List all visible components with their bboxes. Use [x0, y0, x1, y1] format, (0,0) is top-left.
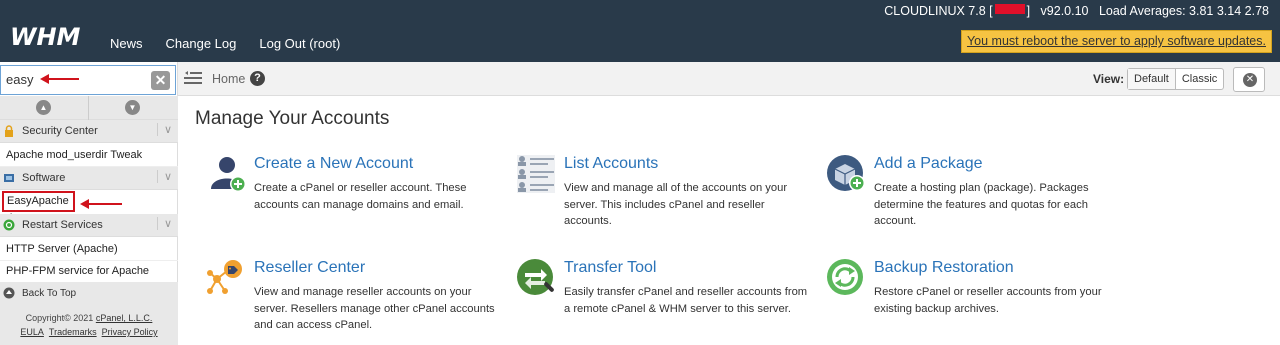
tile-description: Restore cPanel or reseller accounts from… — [874, 286, 1102, 315]
version-info: v92.0.10 — [1040, 4, 1089, 18]
view-default-button[interactable]: Default — [1128, 69, 1176, 89]
tile-title[interactable]: Transfer Tool — [564, 259, 656, 277]
reboot-notice-link[interactable]: You must reboot the server to apply soft… — [960, 30, 1272, 53]
tile-description: View and manage all of the accounts on y… — [564, 182, 788, 227]
close-button[interactable]: ✕ — [1233, 67, 1265, 92]
trademarks-link[interactable]: Trademarks — [49, 327, 97, 337]
chevron-down-icon[interactable]: ∨ — [156, 123, 172, 136]
chevron-down-icon[interactable]: ∨ — [156, 170, 172, 183]
privacy-policy-link[interactable]: Privacy Policy — [102, 327, 158, 337]
cpanel-link[interactable]: cPanel, L.L.C. — [96, 313, 153, 323]
tile-description: Create a hosting plan (package). Package… — [874, 182, 1089, 227]
tile-description: Easily transfer cPanel and reseller acco… — [564, 286, 808, 315]
red-arrow-annotation — [80, 199, 122, 209]
clear-search-icon[interactable]: ✕ — [151, 71, 170, 90]
transfer-tool-icon — [517, 259, 554, 295]
load-averages: Load Averages: 3.81 3.14 2.78 — [1098, 4, 1269, 18]
add-package-icon — [827, 155, 865, 191]
close-icon: ✕ — [1243, 73, 1257, 87]
menu-toggle-icon[interactable] — [184, 71, 202, 85]
collapse-all-icon[interactable]: ▲ — [36, 100, 51, 115]
lock-icon — [5, 125, 13, 137]
sidebar-item-userdir[interactable]: Apache mod_userdir Tweak — [0, 144, 178, 167]
sidebar-item-easyapache[interactable]: EasyApache 4 — [2, 191, 75, 224]
search-box[interactable]: ✕ — [0, 65, 176, 95]
software-icon — [4, 174, 14, 182]
page-title: Manage Your Accounts — [195, 108, 390, 129]
redacted-hostname — [994, 4, 1025, 14]
tile-title[interactable]: Reseller Center — [254, 259, 365, 277]
category-software[interactable]: Software ∨ — [0, 167, 178, 190]
top-bar: WHM News Change Log Log Out (root) CLOUD… — [0, 0, 1280, 62]
help-icon[interactable]: ? — [250, 71, 265, 86]
restart-icon — [3, 219, 15, 231]
expand-collapse-row: ▲ ▼ — [0, 96, 178, 120]
category-security-center[interactable]: Security Center ∨ — [0, 120, 178, 143]
add-user-icon — [211, 157, 246, 192]
chevron-down-icon[interactable]: ∨ — [156, 217, 172, 230]
view-label: View: — [1093, 72, 1125, 86]
change-log-link[interactable]: Change Log — [166, 36, 237, 51]
arrow-up-icon — [3, 287, 15, 299]
reseller-center-icon — [207, 260, 242, 294]
system-info: CLOUDLINUX 7.8 [] v92.0.10 Load Averages… — [884, 4, 1269, 18]
breadcrumb-home[interactable]: Home — [212, 72, 245, 86]
breadcrumb-bar: Home ? View: Default Classic ✕ — [178, 62, 1280, 96]
logout-link[interactable]: Log Out (root) — [259, 36, 340, 51]
sidebar: ✕ ▲ ▼ Security Center ∨ Apache mod_userd… — [0, 62, 178, 345]
tile-title[interactable]: Backup Restoration — [874, 259, 1014, 277]
back-to-top-link[interactable]: Back To Top — [0, 282, 178, 305]
view-toggle: Default Classic — [1127, 68, 1225, 90]
view-classic-button[interactable]: Classic — [1176, 69, 1223, 89]
list-accounts-icon — [517, 155, 555, 193]
news-link[interactable]: News — [110, 36, 143, 51]
tile-title[interactable]: List Accounts — [564, 155, 658, 173]
top-nav: News Change Log Log Out (root) — [110, 36, 340, 51]
sidebar-item-http-server[interactable]: HTTP Server (Apache) — [0, 238, 178, 261]
tile-title[interactable]: Create a New Account — [254, 155, 413, 173]
svg-text:WHM: WHM — [10, 26, 81, 48]
sidebar-item-php-fpm[interactable]: PHP-FPM service for Apache — [0, 260, 178, 283]
tile-title[interactable]: Add a Package — [874, 155, 983, 173]
backup-restore-icon — [827, 259, 863, 295]
tile-description: View and manage reseller accounts on you… — [254, 286, 495, 331]
red-arrow-annotation — [40, 74, 79, 84]
expand-all-icon[interactable]: ▼ — [125, 100, 140, 115]
eula-link[interactable]: EULA — [20, 327, 44, 337]
os-info: CLOUDLINUX 7.8 [ — [884, 4, 993, 18]
tile-description: Create a cPanel or reseller account. The… — [254, 182, 467, 211]
category-restart-services[interactable]: Restart Services ∨ — [0, 214, 178, 237]
whm-logo[interactable]: WHM — [10, 23, 94, 51]
sidebar-footer: Copyright© 2021 cPanel, L.L.C. EULA Trad… — [0, 305, 178, 345]
